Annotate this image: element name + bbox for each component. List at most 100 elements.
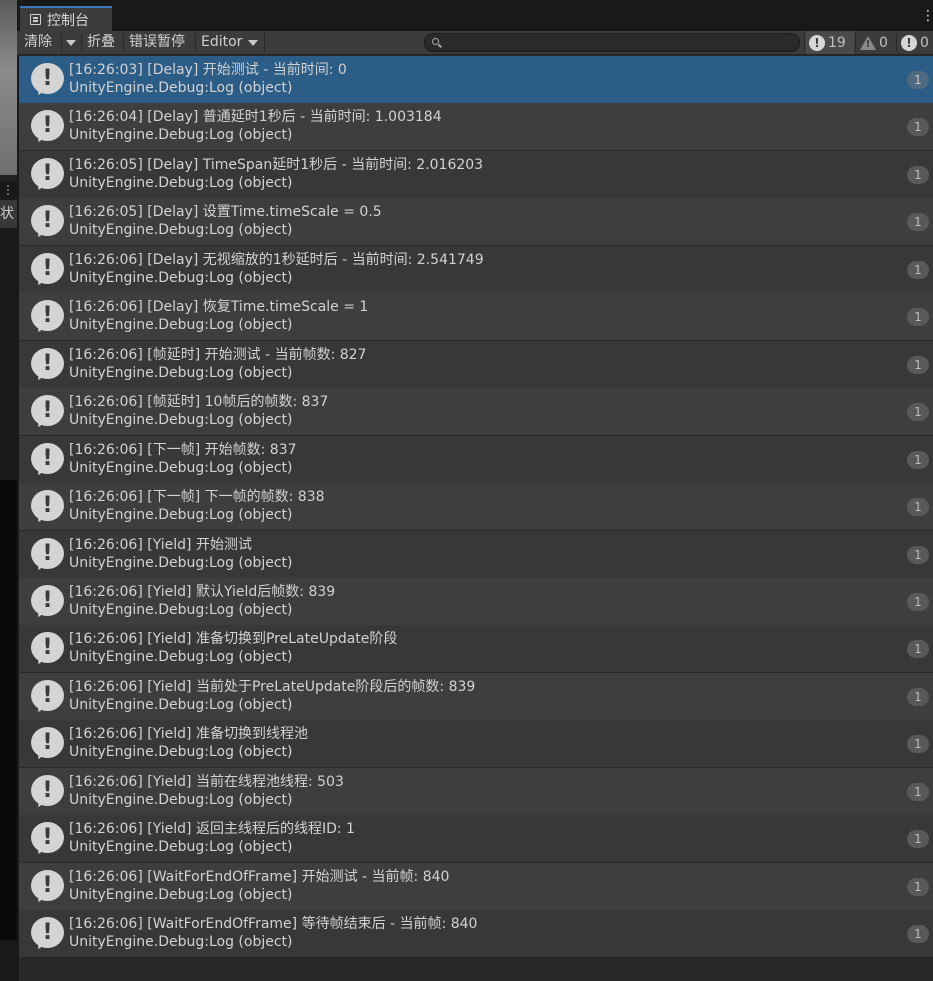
- log-entry[interactable]: ! [16:26:05] [Delay] 设置Time.timeScale = 0…: [19, 198, 933, 245]
- log-count-badge: 1: [907, 830, 929, 848]
- log-info-icon: !: [31, 110, 64, 145]
- log-entry[interactable]: ! [16:26:03] [Delay] 开始测试 - 当前时间: 0 UnityE…: [19, 56, 933, 103]
- log-entry[interactable]: ! [16:26:06] [下一帧] 下一帧的帧数: 838 UnityEngine…: [19, 483, 933, 530]
- log-info-icon: !: [31, 490, 64, 525]
- info-count-toggle[interactable]: ! 19: [806, 31, 854, 54]
- log-entry[interactable]: ! [16:26:06] [WaitForEndOfFrame] 开始测试 - 当…: [19, 863, 933, 910]
- clear-button[interactable]: 清除: [20, 31, 60, 54]
- log-stack-trace: UnityEngine.Debug:Log (object): [69, 127, 293, 143]
- log-info-icon: !: [31, 300, 64, 335]
- log-entry[interactable]: ! [16:26:06] [Delay] 恢复Time.timeScale = 1…: [19, 293, 933, 340]
- log-message: [16:26:06] [Yield] 当前在线程池线程: 503: [69, 774, 344, 790]
- log-message: [16:26:04] [Delay] 普通延时1秒后 - 当前时间: 1.003…: [69, 109, 442, 125]
- log-message: [16:26:06] [Yield] 准备切换到PreLateUpdate阶段: [69, 631, 398, 647]
- log-stack-trace: UnityEngine.Debug:Log (object): [69, 507, 293, 523]
- log-stack-trace: UnityEngine.Debug:Log (object): [69, 222, 293, 238]
- log-count-badge: 1: [907, 498, 929, 516]
- log-info-icon: !: [31, 822, 64, 857]
- log-count-badge: 1: [907, 308, 929, 326]
- log-message: [16:26:06] [Yield] 返回主线程后的线程ID: 1: [69, 821, 355, 837]
- log-message: [16:26:06] [下一帧] 下一帧的帧数: 838: [69, 489, 325, 505]
- tab-console-label: 控制台: [47, 12, 89, 29]
- adjacent-panel-label: 状: [0, 200, 17, 228]
- log-stack-trace: UnityEngine.Debug:Log (object): [69, 887, 293, 903]
- log-message: [16:26:06] [Delay] 恢复Time.timeScale = 1: [69, 299, 369, 315]
- log-entry[interactable]: ! [16:26:06] [下一帧] 开始帧数: 837 UnityEngine.D…: [19, 436, 933, 483]
- log-count-badge: 1: [907, 593, 929, 611]
- log-stack-trace: UnityEngine.Debug:Log (object): [69, 649, 293, 665]
- log-message: [16:26:06] [Yield] 准备切换到线程池: [69, 726, 308, 742]
- log-count-badge: 1: [907, 403, 929, 421]
- search-icon: [432, 38, 439, 45]
- log-info-icon: !: [31, 253, 64, 288]
- log-message: [16:26:06] [Delay] 无视缩放的1秒延时后 - 当前时间: 2.…: [69, 252, 484, 268]
- log-stack-trace: UnityEngine.Debug:Log (object): [69, 270, 293, 286]
- log-info-icon: !: [31, 585, 64, 620]
- log-message: [16:26:06] [Yield] 默认Yield后帧数: 839: [69, 584, 336, 600]
- log-entry[interactable]: ! [16:26:06] [Yield] 准备切换到PreLateUpdate阶段…: [19, 625, 933, 672]
- collapse-button[interactable]: 折叠: [83, 31, 123, 54]
- log-count-badge: 1: [907, 546, 929, 564]
- log-count-badge: 1: [907, 356, 929, 374]
- log-info-icon: !: [31, 538, 64, 573]
- log-message: [16:26:06] [WaitForEndOfFrame] 等待帧结束后 - …: [69, 916, 478, 932]
- log-info-icon: !: [31, 348, 64, 383]
- log-info-icon: !: [31, 158, 64, 193]
- log-count-badge: 1: [907, 213, 929, 231]
- log-entry[interactable]: ! [16:26:06] [Yield] 默认Yield后帧数: 839 Unity…: [19, 578, 933, 625]
- log-entry[interactable]: ! [16:26:06] [Delay] 无视缩放的1秒延时后 - 当前时间: 2…: [19, 246, 933, 293]
- clear-options-dropdown[interactable]: [62, 31, 80, 54]
- warning-icon: !: [860, 35, 876, 51]
- log-info-icon: !: [31, 443, 64, 478]
- console-toolbar: 清除 折叠 错误暂停 Editor ! 19 ! 0 ! 0: [17, 31, 933, 55]
- log-stack-trace: UnityEngine.Debug:Log (object): [69, 365, 293, 381]
- log-info-icon: !: [31, 727, 64, 762]
- log-count-badge: 1: [907, 118, 929, 136]
- log-stack-trace: UnityEngine.Debug:Log (object): [69, 839, 293, 855]
- log-list[interactable]: ! [16:26:03] [Delay] 开始测试 - 当前时间: 0 UnityE…: [17, 56, 933, 981]
- log-entry[interactable]: ! [16:26:06] [帧延时] 10帧后的帧数: 837 UnityEngin…: [19, 388, 933, 435]
- log-count-badge: 1: [907, 925, 929, 943]
- log-stack-trace: UnityEngine.Debug:Log (object): [69, 697, 293, 713]
- log-info-icon: !: [31, 205, 64, 240]
- log-stack-trace: UnityEngine.Debug:Log (object): [69, 744, 293, 760]
- chevron-down-icon: [66, 40, 76, 46]
- search-field[interactable]: [424, 33, 800, 52]
- search-input[interactable]: [443, 34, 793, 51]
- log-stack-trace: UnityEngine.Debug:Log (object): [69, 460, 293, 476]
- log-message: [16:26:05] [Delay] 设置Time.timeScale = 0.…: [69, 204, 382, 220]
- log-count-badge: 1: [907, 783, 929, 801]
- log-entry[interactable]: ! [16:26:06] [Yield] 开始测试 UnityEngine.Debu…: [19, 531, 933, 578]
- log-stack-trace: UnityEngine.Debug:Log (object): [69, 555, 293, 571]
- log-info-icon: !: [31, 680, 64, 715]
- panel-menu-icon[interactable]: ⋮: [921, 8, 933, 24]
- log-stack-trace: UnityEngine.Debug:Log (object): [69, 602, 293, 618]
- tab-console[interactable]: 控制台: [20, 6, 112, 31]
- log-entry[interactable]: ! [16:26:06] [Yield] 当前在线程池线程: 503 UnityEn…: [19, 768, 933, 815]
- warning-count-toggle[interactable]: ! 0: [857, 31, 895, 54]
- editor-target-dropdown[interactable]: Editor: [197, 31, 263, 54]
- log-count-badge: 1: [907, 688, 929, 706]
- log-entry[interactable]: ! [16:26:04] [Delay] 普通延时1秒后 - 当前时间: 1.00…: [19, 103, 933, 150]
- log-entry[interactable]: ! [16:26:06] [Yield] 当前处于PreLateUpdate阶段后…: [19, 673, 933, 720]
- more-icon[interactable]: ⋮: [2, 183, 14, 197]
- log-stack-trace: UnityEngine.Debug:Log (object): [69, 412, 293, 428]
- error-count-toggle[interactable]: ! 0: [898, 31, 933, 54]
- log-entry[interactable]: ! [16:26:06] [Yield] 返回主线程后的线程ID: 1 UnityE…: [19, 815, 933, 862]
- log-message: [16:26:06] [下一帧] 开始帧数: 837: [69, 442, 297, 458]
- log-stack-trace: UnityEngine.Debug:Log (object): [69, 792, 293, 808]
- warning-count: 0: [879, 34, 888, 51]
- log-entry[interactable]: ! [16:26:06] [帧延时] 开始测试 - 当前帧数: 827 UnityE…: [19, 341, 933, 388]
- log-stack-trace: UnityEngine.Debug:Log (object): [69, 317, 293, 333]
- log-info-icon: !: [31, 63, 64, 98]
- log-entry[interactable]: ! [16:26:06] [WaitForEndOfFrame] 等待帧结束后 -…: [19, 910, 933, 957]
- log-stack-trace: UnityEngine.Debug:Log (object): [69, 80, 293, 96]
- log-entry[interactable]: ! [16:26:06] [Yield] 准备切换到线程池 UnityEngine.…: [19, 720, 933, 767]
- error-pause-button[interactable]: 错误暂停: [125, 31, 195, 54]
- log-message: [16:26:06] [帧延时] 开始测试 - 当前帧数: 827: [69, 347, 367, 363]
- log-entry[interactable]: ! [16:26:05] [Delay] TimeSpan延时1秒后 - 当前时间…: [19, 151, 933, 198]
- log-count-badge: 1: [907, 451, 929, 469]
- error-count: 0: [920, 34, 929, 51]
- log-count-badge: 1: [907, 261, 929, 279]
- chevron-down-icon: [248, 40, 258, 46]
